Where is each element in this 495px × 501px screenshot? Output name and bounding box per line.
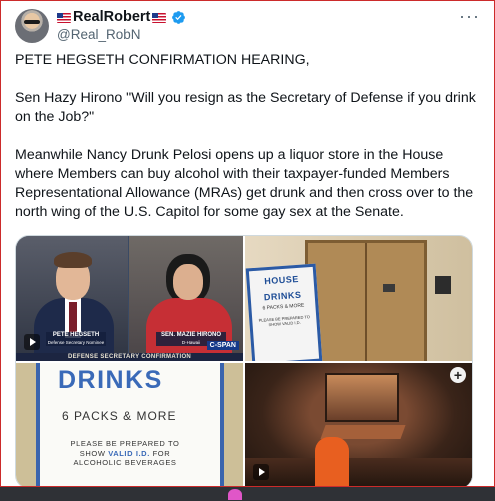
media-hearing-video[interactable]: PETE HEGSETH Defense Secretary Nominee S… — [16, 236, 243, 361]
media-sign-closeup[interactable]: DRINKS 6 PACKS & MORE PLEASE BE PREPARED… — [16, 363, 243, 488]
display-name[interactable]: RealRobert — [73, 9, 150, 26]
us-flag-icon — [57, 12, 71, 23]
sign-notice: PLEASE BE PREPARED TO SHOW VALID I.D. FO… — [70, 439, 180, 468]
sign-headline: DRINKS — [58, 366, 163, 394]
sign-notice-line1: PLEASE BE PREPARED TO — [70, 439, 180, 448]
sign-line-packs: 6 PACKS & MORE — [262, 302, 305, 312]
tweet-frame: RealRobert @Real_RobN ··· PETE HEGSETH C… — [0, 0, 495, 489]
media-room-video[interactable]: + — [245, 363, 472, 488]
sign-notice-emph: VALID I.D. — [108, 448, 150, 458]
chyron-left-name: PETE HEGSETH — [52, 332, 100, 338]
taskbar-app-icon[interactable] — [228, 489, 242, 500]
sign-notice-post: FOR — [149, 448, 171, 458]
verified-badge-icon — [172, 11, 186, 24]
sign-notice-line3: ALCOHOLIC BEVERAGES — [73, 458, 177, 467]
tweet-paragraph: PETE HEGSETH CONFIRMATION HEARING, — [15, 52, 310, 68]
sign-notice-pre: SHOW — [79, 448, 109, 458]
hearing-banner: DEFENSE SECRETARY CONFIRMATION — [16, 353, 243, 361]
sign-subhead: 6 PACKS & MORE — [62, 409, 177, 423]
sign-line-house: HOUSE — [263, 273, 300, 287]
tweet-paragraph: Sen Hazy Hirono "Will you resign as the … — [15, 90, 476, 125]
tweet-paragraph: Meanwhile Nancy Drunk Pelosi opens up a … — [15, 147, 474, 220]
tweet-text: PETE HEGSETH CONFIRMATION HEARING, Sen H… — [15, 51, 481, 241]
play-icon[interactable] — [253, 464, 269, 480]
sign-line-drinks: DRINKS — [263, 289, 302, 303]
display-name-row[interactable]: RealRobert — [57, 9, 186, 26]
cspan-logo: C-SPAN — [206, 341, 239, 350]
chyron-left-title: Defense Secretary Nominee — [47, 340, 105, 345]
tweet-header: RealRobert @Real_RobN ··· — [15, 7, 480, 45]
more-options-icon[interactable]: ··· — [459, 7, 480, 25]
media-grid: PETE HEGSETH Defense Secretary Nominee S… — [15, 235, 473, 489]
drinks-sign-closeup: DRINKS 6 PACKS & MORE PLEASE BE PREPARED… — [36, 363, 224, 488]
expand-icon[interactable]: + — [450, 367, 466, 383]
house-drinks-sign: HOUSE DRINKS 6 PACKS & MORE PLEASE BE PR… — [245, 263, 323, 361]
sign-notice-line2: SHOW VALID I.D. FOR — [70, 449, 180, 459]
play-icon[interactable] — [24, 334, 40, 350]
avatar[interactable] — [15, 9, 49, 43]
taskbar-strip — [0, 486, 495, 501]
media-elevator-photo[interactable]: HOUSE DRINKS 6 PACKS & MORE PLEASE BE PR… — [245, 236, 472, 361]
chyron-right-name: SEN. MAZIE HIRONO — [160, 332, 221, 338]
elevator-door — [305, 240, 427, 361]
us-flag-icon — [152, 12, 167, 23]
handle[interactable]: @Real_RobN — [57, 26, 186, 43]
sign-line-id: PLEASE BE PREPARED TO SHOW VALID I.D. — [258, 314, 311, 328]
chyron-left: PETE HEGSETH Defense Secretary Nominee — [46, 332, 106, 346]
author-block: RealRobert @Real_RobN — [57, 9, 186, 43]
